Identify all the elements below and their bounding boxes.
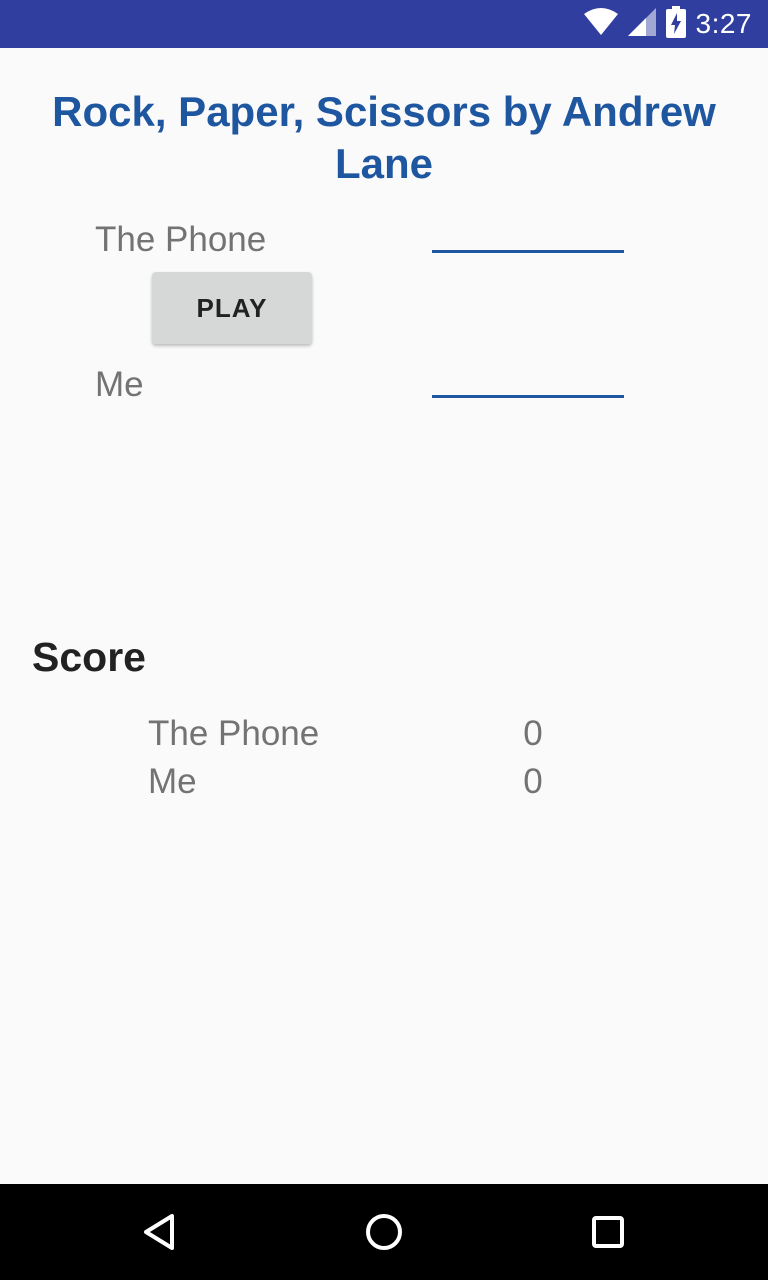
play-button[interactable]: PLAY [152, 272, 312, 344]
score-me-value: 0 [523, 762, 543, 801]
score-phone-value: 0 [523, 714, 543, 753]
status-icons: 3:27 [583, 0, 753, 48]
home-icon[interactable] [360, 1208, 408, 1256]
score-heading: Score [32, 634, 146, 680]
me-label: Me [95, 365, 144, 404]
status-time: 3:27 [695, 8, 752, 39]
me-choice-underline [432, 395, 624, 398]
phone-label: The Phone [95, 220, 267, 259]
app-screen: 3:27 Rock, Paper, Scissors by Andrew Lan… [0, 0, 768, 1280]
score-phone-label: The Phone [148, 714, 320, 753]
status-bar: 3:27 [0, 0, 768, 48]
score-me-label: Me [148, 762, 197, 801]
back-icon[interactable] [136, 1208, 184, 1256]
navigation-bar [0, 1184, 768, 1280]
recents-icon[interactable] [584, 1208, 632, 1256]
app-title: Rock, Paper, Scissors by Andrew Lane [52, 88, 716, 187]
wifi-icon [583, 7, 618, 41]
signal-icon [627, 7, 656, 41]
battery-charging-icon [665, 5, 686, 43]
phone-choice-underline [432, 250, 624, 253]
